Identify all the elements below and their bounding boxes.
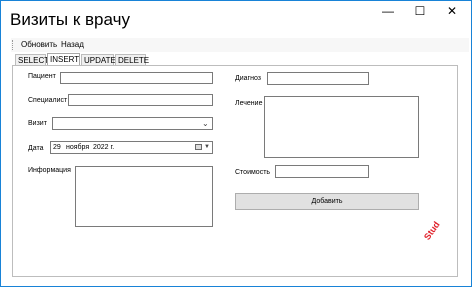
treatment-textarea[interactable] xyxy=(264,96,419,158)
diagnosis-input[interactable] xyxy=(267,72,369,85)
tab-select[interactable]: SELECT xyxy=(15,54,49,65)
tab-delete[interactable]: DELETE xyxy=(115,54,149,65)
treatment-label: Лечение xyxy=(235,100,263,107)
date-year[interactable]: 2022 г. xyxy=(93,142,114,153)
tab-update[interactable]: UPDATE xyxy=(81,54,116,65)
patient-input[interactable] xyxy=(60,72,213,84)
cost-input[interactable] xyxy=(275,165,369,178)
info-label: Информация xyxy=(28,167,71,174)
calendar-dropdown-icon[interactable]: ▼ xyxy=(204,142,210,152)
date-day[interactable]: 29 xyxy=(53,142,61,153)
add-button[interactable]: Добавить xyxy=(235,193,419,210)
close-icon[interactable]: ✕ xyxy=(436,0,468,26)
date-month[interactable]: ноября xyxy=(66,142,89,153)
chevron-down-icon[interactable]: ⌄ xyxy=(202,119,209,129)
menu-grip-icon xyxy=(12,40,15,50)
menu-item-refresh[interactable]: Обновить xyxy=(21,39,57,51)
cost-label: Стоимость xyxy=(235,169,271,176)
info-textarea[interactable] xyxy=(75,166,213,227)
patient-label: Пациент xyxy=(28,73,56,80)
menu-item-back[interactable]: Назад xyxy=(61,39,84,51)
maximize-icon[interactable]: ☐ xyxy=(404,0,436,26)
minimize-icon[interactable]: — xyxy=(372,0,404,26)
visit-label: Визит xyxy=(28,120,47,127)
diagnosis-label: Диагноз xyxy=(235,75,261,82)
window-title: Визиты к врачу xyxy=(10,10,130,29)
date-label: Дата xyxy=(28,145,44,152)
specialist-label: Специалист xyxy=(28,97,68,104)
calendar-icon[interactable] xyxy=(195,144,202,150)
visit-combobox[interactable]: ⌄ xyxy=(52,117,213,130)
date-picker[interactable]: 29 ноября 2022 г. ▼ xyxy=(50,141,213,154)
specialist-input[interactable] xyxy=(68,94,213,106)
